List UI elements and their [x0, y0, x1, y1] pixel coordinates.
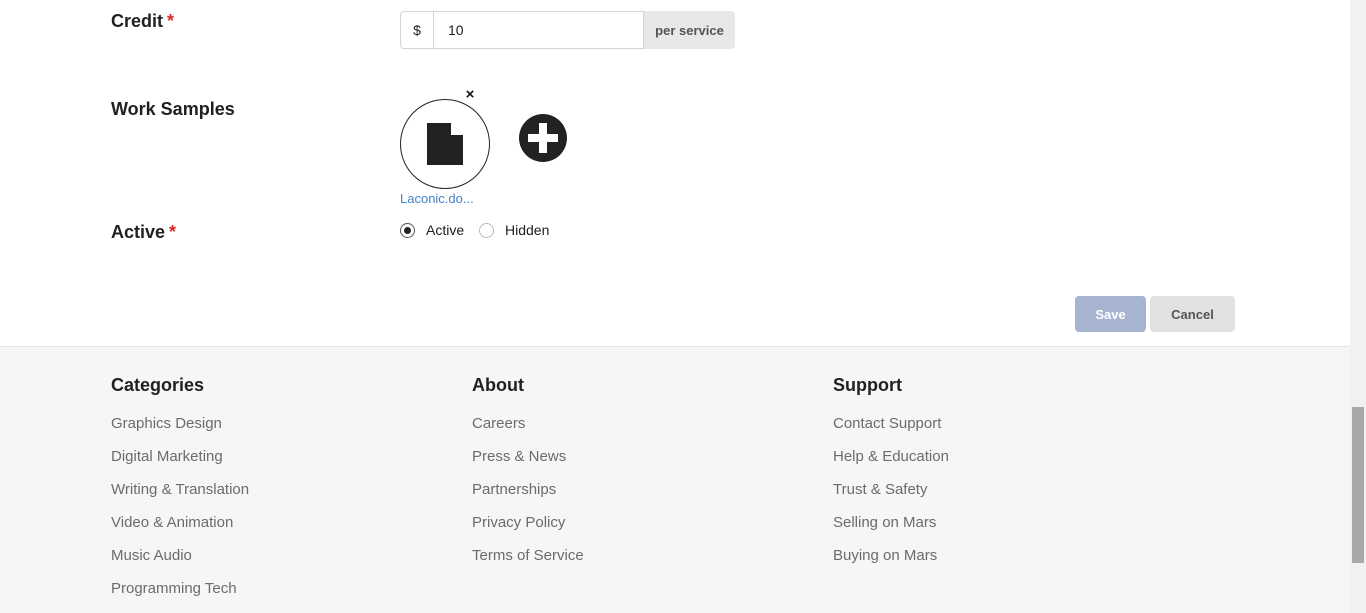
credit-input[interactable]: [433, 11, 644, 49]
footer-link[interactable]: Programming Tech: [111, 579, 249, 612]
work-samples-label-text: Work Samples: [111, 99, 235, 119]
footer-link[interactable]: Writing & Translation: [111, 480, 249, 513]
active-label-text: Active: [111, 222, 166, 242]
radio-active[interactable]: Active: [400, 222, 464, 238]
file-icon: [427, 123, 463, 165]
credit-label: Credit *: [111, 11, 174, 32]
footer-title: Support: [833, 375, 902, 395]
scrollbar-thumb[interactable]: [1352, 407, 1364, 563]
footer-column-categories: Categories Graphics Design Digital Marke…: [111, 375, 249, 612]
sample-file-link[interactable]: Laconic.do...: [400, 191, 474, 206]
work-sample-thumbnail[interactable]: [400, 99, 490, 189]
required-mark: *: [167, 11, 175, 31]
footer-column-support: Support Contact Support Help & Education…: [833, 375, 949, 579]
add-sample-button[interactable]: [518, 113, 568, 163]
footer: Categories Graphics Design Digital Marke…: [0, 346, 1350, 613]
radio-hidden[interactable]: Hidden: [479, 222, 549, 238]
cancel-button[interactable]: Cancel: [1150, 296, 1235, 332]
page-scrollbar[interactable]: [1350, 0, 1366, 613]
radio-hidden-button[interactable]: [479, 222, 494, 238]
footer-link[interactable]: Terms of Service: [472, 546, 584, 579]
footer-column-about: About Careers Press & News Partnerships …: [472, 375, 584, 579]
active-label: Active *: [111, 222, 176, 243]
footer-link[interactable]: Video & Animation: [111, 513, 249, 546]
radio-active-label: Active: [426, 222, 465, 238]
required-mark: *: [169, 222, 177, 242]
footer-link[interactable]: Graphics Design: [111, 414, 249, 447]
footer-link[interactable]: Help & Education: [833, 447, 949, 480]
footer-link[interactable]: Press & News: [472, 447, 584, 480]
save-button[interactable]: Save: [1075, 296, 1146, 332]
per-service-suffix: per service: [644, 11, 735, 49]
footer-link[interactable]: Partnerships: [472, 480, 584, 513]
currency-prefix: $: [400, 11, 433, 49]
plus-circle-icon: [519, 114, 567, 162]
footer-link[interactable]: Trust & Safety: [833, 480, 949, 513]
footer-link[interactable]: Careers: [472, 414, 584, 447]
footer-link[interactable]: Selling on Mars: [833, 513, 949, 546]
work-samples-label: Work Samples: [111, 99, 235, 120]
remove-sample-icon[interactable]: ×: [462, 86, 478, 103]
radio-hidden-label: Hidden: [505, 222, 550, 238]
footer-link[interactable]: Buying on Mars: [833, 546, 949, 579]
footer-link[interactable]: Music Audio: [111, 546, 249, 579]
radio-active-button[interactable]: [400, 222, 415, 238]
credit-input-group: $ per service: [400, 11, 735, 49]
page: Credit* $ per service Work Samples × Lac…: [0, 0, 1350, 613]
footer-title: Categories: [111, 375, 205, 395]
footer-link[interactable]: Contact Support: [833, 414, 949, 447]
footer-link[interactable]: Privacy Policy: [472, 513, 584, 546]
footer-title: About: [472, 375, 524, 395]
footer-link[interactable]: Digital Marketing: [111, 447, 249, 480]
credit-label-text: Credit: [111, 11, 164, 31]
